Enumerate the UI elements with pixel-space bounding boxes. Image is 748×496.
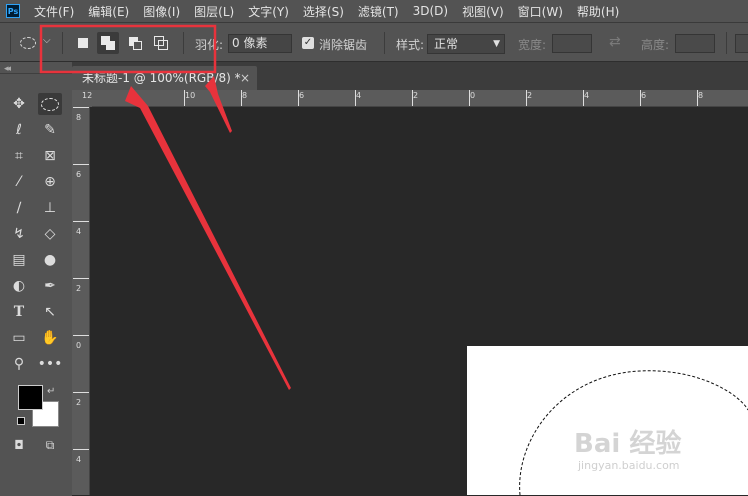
highlight-box [39,24,217,74]
baidu-watermark: Bai 经验 [574,429,682,459]
annotation-arrow [125,86,291,390]
baidu-watermark-url: jingyan.baidu.com [578,459,680,472]
annotation-layer [39,24,748,495]
annotation-arrow [205,76,232,133]
